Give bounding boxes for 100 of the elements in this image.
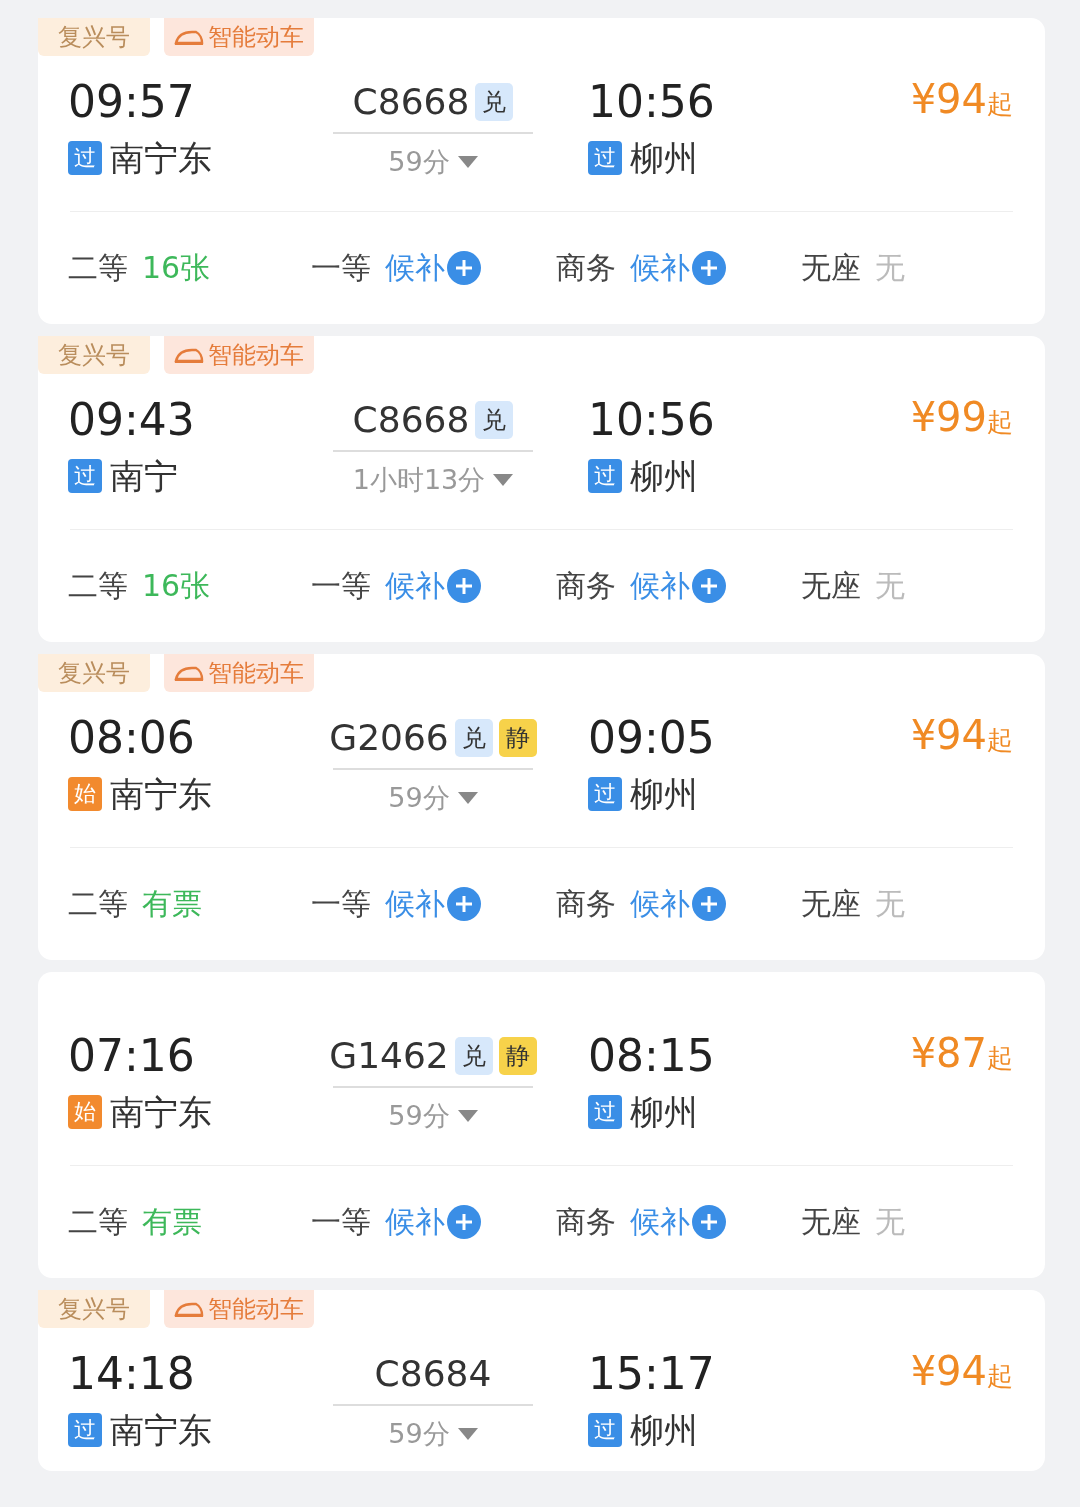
train-icon [174,1301,204,1317]
waitlist-button[interactable]: 候补 [630,1199,726,1245]
station-badge: 始 [68,777,102,811]
seat-class: 一等 [311,1203,371,1242]
arrival-time: 09:05 [588,711,716,765]
train-tag: 复兴号 [38,1290,150,1328]
arrival-station: 柳州 [630,137,698,180]
seat-availability: 无 [875,885,905,924]
waitlist-button[interactable]: 候补 [385,881,481,927]
tag-label: 智能动车 [208,340,304,371]
plus-icon [692,568,726,603]
departure-station: 南宁东 [110,773,212,816]
waitlist-button[interactable]: 候补 [385,1199,481,1245]
waitlist-button[interactable]: 候补 [385,563,481,609]
seat-availability: 无 [875,1203,905,1242]
waitlist-button[interactable]: 候补 [630,245,726,291]
arrival-station: 柳州 [630,773,698,816]
seat-class: 二等 [68,249,128,288]
station-badge: 过 [588,1095,622,1129]
arrival-time: 10:56 [588,393,716,447]
seat-class: 一等 [311,249,371,288]
station-badge: 过 [68,141,102,175]
seat-class: 一等 [311,885,371,924]
plus-icon [447,886,481,921]
plus-icon [447,1204,481,1239]
departure-station: 南宁东 [110,1409,212,1452]
price: ¥94起 [910,76,1013,122]
seat-class: 无座 [801,249,861,288]
seat-availability: 16张 [142,567,211,606]
train-badge: 静 [498,719,537,757]
seat-availability: 有票 [142,885,202,924]
departure-time: 08:06 [68,711,196,765]
caret-icon [457,792,478,805]
seat-class: 商务 [556,1203,616,1242]
plus-icon [447,250,481,285]
duration-text: 59分 [388,1099,450,1133]
departure-time: 09:43 [68,393,196,447]
train-badge: 兑 [475,401,514,439]
plus-icon [692,250,726,285]
tag-label: 智能动车 [208,22,304,53]
station-badge: 过 [588,1413,622,1447]
tag-label: 智能动车 [208,1294,304,1325]
seat-class: 商务 [556,567,616,606]
duration-text: 59分 [388,781,450,815]
caret-icon [493,474,514,487]
price: ¥94起 [910,1348,1013,1394]
seat-availability: 无 [875,249,905,288]
seat-class: 无座 [801,1203,861,1242]
plus-icon [692,1204,726,1239]
station-badge: 始 [68,1095,102,1129]
train-number: C8684 [374,1352,492,1396]
waitlist-button[interactable]: 候补 [385,245,481,291]
train-icon [174,347,204,363]
arrival-time: 15:17 [588,1347,716,1401]
train-number: G1462 [329,1034,449,1078]
duration-text: 59分 [388,1417,450,1451]
price: ¥87起 [910,1030,1013,1076]
station-badge: 过 [588,459,622,493]
train-badge: 兑 [454,719,493,757]
caret-icon [457,156,478,169]
train-badge: 兑 [475,83,514,121]
departure-time: 09:57 [68,75,196,129]
train-badge: 兑 [454,1037,493,1075]
seat-availability: 无 [875,567,905,606]
train-icon [174,29,204,45]
arrival-station: 柳州 [630,1091,698,1134]
station-badge: 过 [588,141,622,175]
seat-class: 商务 [556,249,616,288]
departure-time: 07:16 [68,1029,196,1083]
arrival-time: 08:15 [588,1029,716,1083]
waitlist-button[interactable]: 候补 [630,563,726,609]
train-badge: 静 [498,1037,537,1075]
duration-text: 1小时13分 [352,463,486,497]
train-number: C8668 [352,398,470,442]
arrival-station: 柳州 [630,1409,698,1452]
departure-station: 南宁 [110,455,178,498]
train-number: C8668 [352,80,470,124]
station-badge: 过 [588,777,622,811]
train-tag: 复兴号 [38,18,150,56]
station-badge: 过 [68,1413,102,1447]
seat-class: 二等 [68,1203,128,1242]
seat-class: 无座 [801,567,861,606]
arrival-station: 柳州 [630,455,698,498]
departure-station: 南宁东 [110,137,212,180]
arrival-time: 10:56 [588,75,716,129]
train-tag: 复兴号 [38,654,150,692]
tag-label: 智能动车 [208,658,304,689]
train-tag: 复兴号 [38,336,150,374]
seat-availability: 16张 [142,249,211,288]
waitlist-button[interactable]: 候补 [630,881,726,927]
seat-class: 二等 [68,567,128,606]
seat-availability: 有票 [142,1203,202,1242]
price: ¥99起 [910,394,1013,440]
departure-time: 14:18 [68,1347,196,1401]
price: ¥94起 [910,712,1013,758]
duration-text: 59分 [388,145,450,179]
seat-class: 二等 [68,885,128,924]
seat-class: 无座 [801,885,861,924]
train-number: G2066 [329,716,449,760]
departure-station: 南宁东 [110,1091,212,1134]
